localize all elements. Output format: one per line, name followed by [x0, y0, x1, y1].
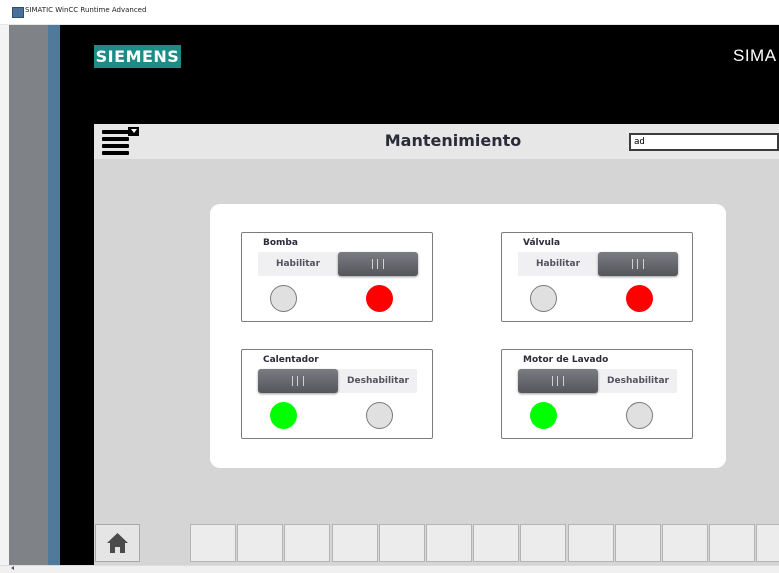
function-key-13[interactable] [756, 524, 779, 562]
function-key-5[interactable] [378, 524, 425, 562]
switch-label: Habilitar [275, 259, 321, 269]
group-label: Calentador [263, 355, 319, 365]
window-title: SIMATIC WinCC Runtime Advanced [25, 6, 147, 14]
status-lamp-right [626, 402, 653, 429]
home-icon [107, 533, 128, 553]
function-key-2[interactable] [237, 524, 284, 562]
switch-label: Deshabilitar [347, 376, 409, 386]
group-label: Motor de Lavado [523, 355, 609, 365]
function-key-11[interactable] [662, 524, 708, 562]
function-key-1[interactable] [190, 524, 236, 562]
function-key-9[interactable] [567, 524, 614, 562]
status-lamp-right [626, 285, 653, 312]
valvula-switch[interactable]: Habilitar [518, 252, 678, 276]
status-lamp-left [530, 285, 557, 312]
motor-switch[interactable]: Deshabilitar [518, 369, 677, 393]
switch-label: Deshabilitar [607, 376, 669, 386]
bomba-switch[interactable]: Habilitar [258, 252, 418, 276]
function-key-7[interactable] [473, 524, 520, 562]
status-lamp-right [366, 402, 393, 429]
grip-icon [292, 376, 304, 386]
window-titlebar: SIMATIC WinCC Runtime Advanced [0, 0, 779, 25]
group-valvula: Válvula Habilitar [501, 232, 693, 322]
function-key-4[interactable] [331, 524, 378, 562]
function-key-3[interactable] [284, 524, 331, 562]
grip-icon [552, 376, 564, 386]
scroll-left-icon[interactable] [11, 566, 14, 570]
user-field[interactable] [629, 133, 779, 151]
function-key-6[interactable] [426, 524, 472, 562]
status-lamp-left [270, 285, 297, 312]
brand-text: SIMA [733, 46, 777, 65]
calentador-switch[interactable]: Deshabilitar [258, 369, 417, 393]
group-calentador: Calentador Deshabilitar [241, 349, 433, 439]
app-icon [12, 7, 24, 18]
group-motor-lavado: Motor de Lavado Deshabilitar [501, 349, 693, 439]
function-key-10[interactable] [614, 524, 661, 562]
group-label: Bomba [263, 238, 298, 248]
group-label: Válvula [523, 238, 561, 248]
switch-knob[interactable] [258, 369, 338, 393]
control-panel: Bomba Habilitar Válvula Habilitar Calent… [210, 204, 726, 468]
status-lamp-left [530, 402, 557, 429]
switch-knob[interactable] [338, 252, 418, 276]
dropdown-indicator-icon [128, 127, 139, 136]
group-bomba: Bomba Habilitar [241, 232, 433, 322]
switch-knob[interactable] [518, 369, 598, 393]
grip-icon [632, 259, 644, 269]
grip-icon [372, 259, 384, 269]
side-stripe [48, 25, 60, 565]
function-key-12[interactable] [709, 524, 756, 562]
switch-label: Habilitar [535, 259, 581, 269]
left-edge [0, 25, 9, 565]
side-panel [9, 25, 48, 565]
function-key-8[interactable] [520, 524, 567, 562]
switch-knob[interactable] [598, 252, 678, 276]
home-button[interactable] [95, 524, 140, 562]
status-lamp-right [366, 285, 393, 312]
menu-icon[interactable] [102, 127, 140, 159]
siemens-logo: SIEMENS [94, 45, 181, 68]
status-lamp-left [270, 402, 297, 429]
page-title: Mantenimiento [384, 131, 522, 150]
